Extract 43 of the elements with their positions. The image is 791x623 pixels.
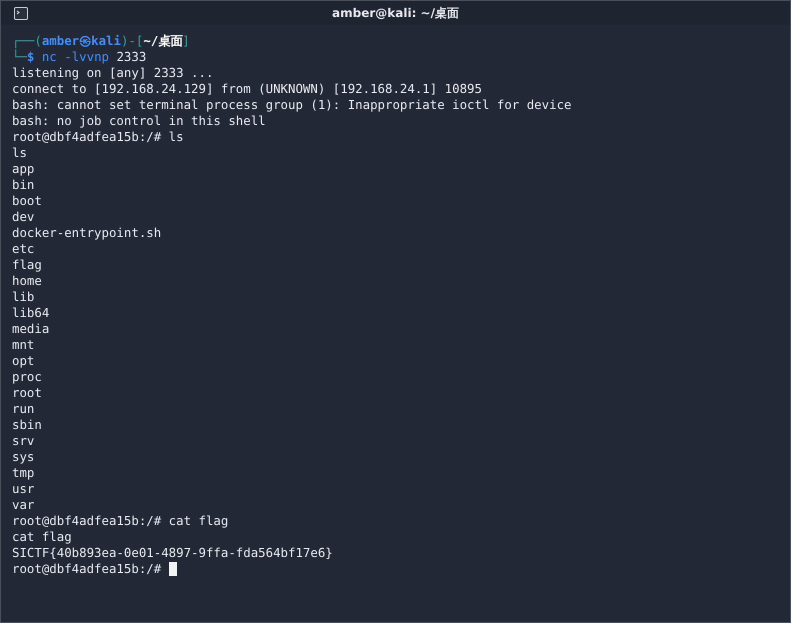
output-line: dev (12, 209, 34, 225)
output-line: connect to [192.168.24.129] from (UNKNOWN) [192.168.24.1] 10895 (12, 81, 482, 97)
output-line: root@dbf4adfea15b:/# cat flag (12, 513, 228, 529)
prompt-sign: $ (26, 49, 34, 65)
output-line: bin (12, 177, 34, 193)
prompt-user-host: amber㉿kali (42, 33, 121, 49)
prompt-frame: ┌──( (12, 33, 42, 49)
output-line: listening on [any] 2333 ... (12, 65, 214, 81)
output-line: ls (12, 145, 27, 161)
command-argument: 2333 (115, 49, 146, 65)
output-line: flag (12, 257, 42, 273)
output-line: opt (12, 353, 34, 369)
output-line: bash: no job control in this shell (12, 113, 266, 129)
output-line: media (12, 321, 50, 337)
prompt-frame: └─ (12, 49, 27, 65)
output-line: tmp (12, 465, 34, 481)
output-line: lib64 (12, 305, 50, 321)
output-line: srv (12, 433, 34, 449)
prompt-frame: )-[ (120, 33, 144, 49)
output-line: var (12, 497, 34, 513)
output-line: sys (12, 449, 34, 465)
output-line: home (12, 273, 42, 289)
output-line: boot (12, 193, 42, 209)
output-line: bash: cannot set terminal process group (1): Inappropriate ioctl for device (12, 97, 572, 113)
output-line: mnt (12, 337, 34, 353)
output-line: cat flag (12, 529, 72, 545)
output-line: proc (12, 369, 42, 385)
output-line: SICTF{40b893ea-0e01-4897-9ffa-fda564bf17e6} (12, 545, 333, 561)
output-line: root (12, 385, 42, 401)
prompt-frame: ] (182, 33, 190, 49)
output-line: root@dbf4adfea15b:/# ls (12, 129, 184, 145)
output-line: app (12, 161, 34, 177)
output-line: etc (12, 241, 34, 257)
output-line: sbin (12, 417, 42, 433)
output-line: run (12, 401, 34, 417)
command-text: nc -lvvnp (40, 49, 109, 65)
output-line: docker-entrypoint.sh (12, 225, 162, 241)
output-line: usr (12, 481, 34, 497)
output-line: lib (12, 289, 34, 305)
window-title: amber@kali: ~/桌面 (332, 4, 459, 22)
terminal-icon[interactable] (14, 6, 28, 20)
prompt-path: ~/桌面 (143, 33, 182, 49)
shell-prompt: root@dbf4adfea15b:/# (12, 561, 162, 577)
